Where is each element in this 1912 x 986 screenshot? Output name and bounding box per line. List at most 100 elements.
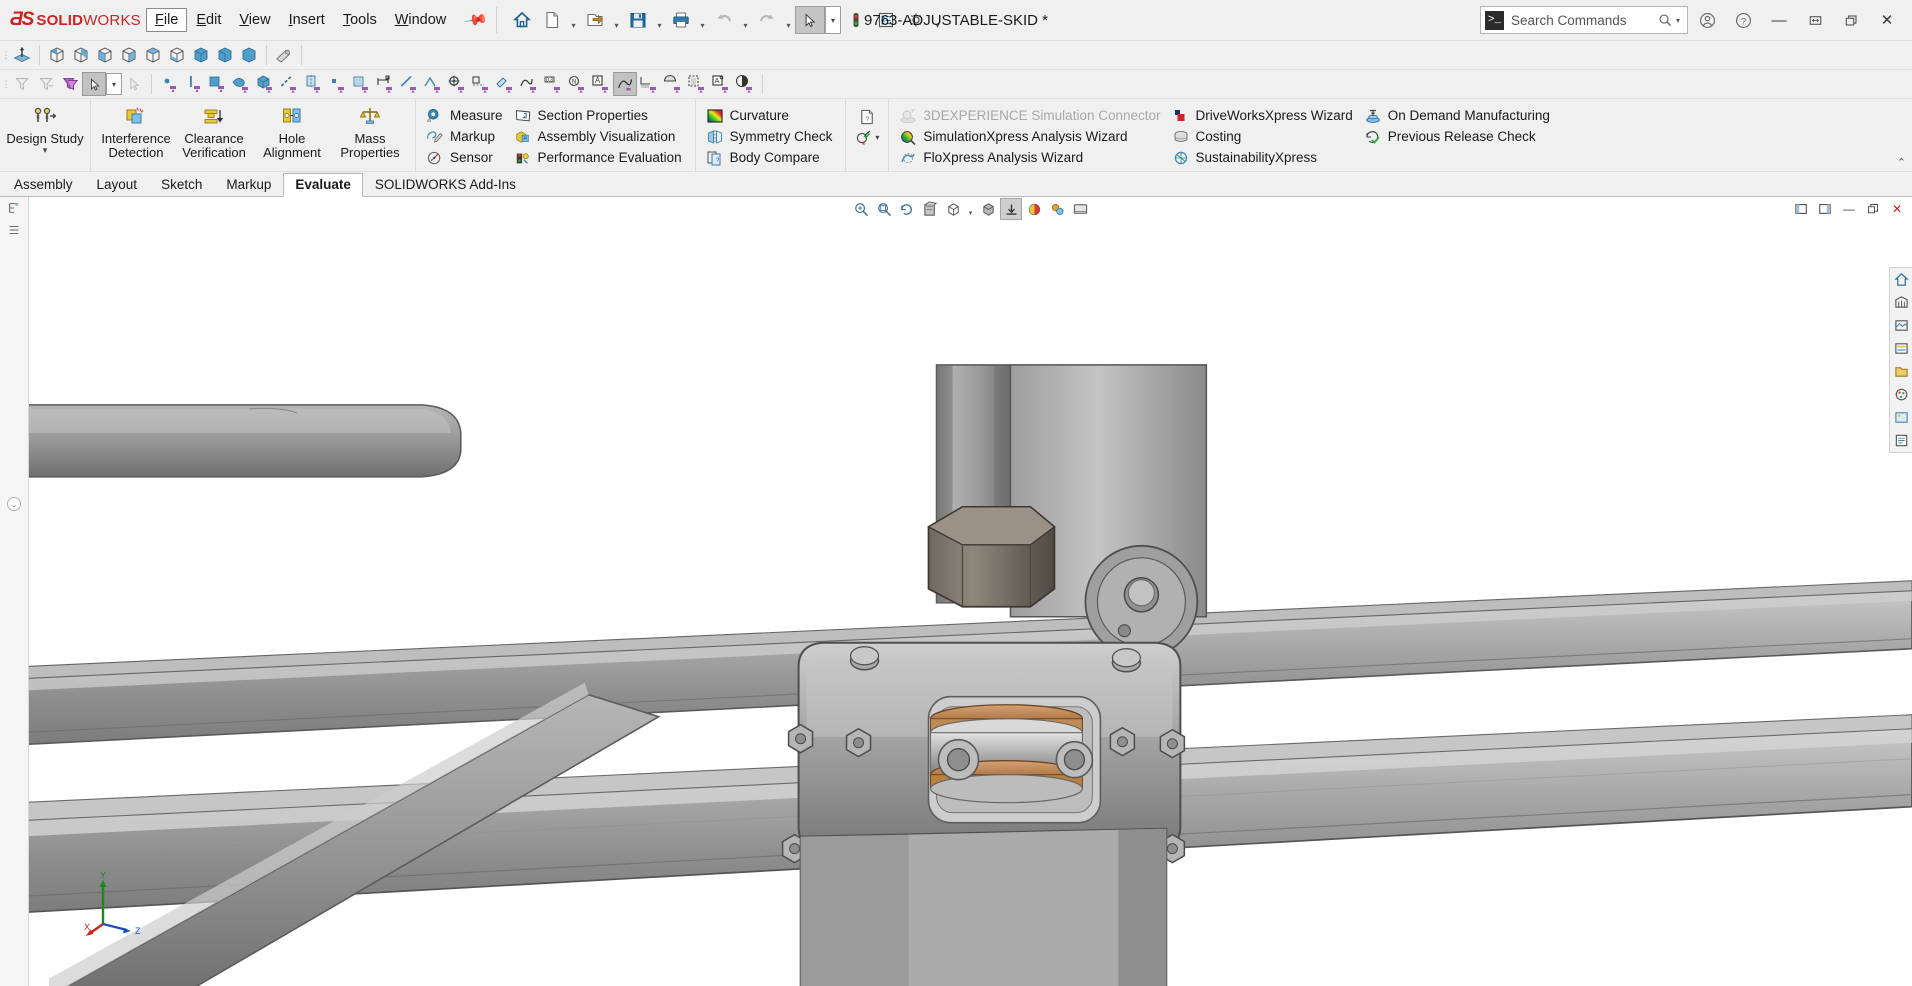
view-top-icon[interactable] <box>141 43 165 67</box>
menu-item-window[interactable]: Window <box>386 9 456 31</box>
tab-solidworks-add-ins[interactable]: SOLIDWORKS Add-Ins <box>363 173 528 196</box>
section-view-icon[interactable] <box>919 198 941 220</box>
appearances-scenes-icon[interactable] <box>1890 406 1912 429</box>
note-filter-icon[interactable]: 0.3 <box>541 72 565 96</box>
costing-button[interactable]: Costing <box>1168 126 1360 147</box>
chevron-down-icon[interactable]: ▾ <box>567 2 580 38</box>
measure-button[interactable]: Measure <box>422 105 510 126</box>
filter-magenta-icon[interactable] <box>58 72 82 96</box>
hatch-filter-icon[interactable] <box>637 72 661 96</box>
select-other-icon[interactable] <box>122 72 146 96</box>
chevron-down-icon[interactable]: ▾ <box>610 2 623 38</box>
spline-curve-filter-icon[interactable] <box>613 72 637 96</box>
chevron-down-icon[interactable]: ▾ <box>696 2 709 38</box>
menu-item-view[interactable]: View <box>230 9 279 31</box>
new-document-icon[interactable] <box>537 5 567 35</box>
appearance-spray-icon[interactable] <box>272 43 296 67</box>
chevron-up-icon[interactable]: ⌃ <box>1897 156 1906 169</box>
undo-icon[interactable] <box>709 5 739 35</box>
close-icon[interactable]: ✕ <box>1886 198 1908 220</box>
point-filter-icon[interactable] <box>157 72 181 96</box>
reference-geometry-icon[interactable] <box>10 43 34 67</box>
resources-icon[interactable] <box>1890 291 1912 314</box>
chevron-down-icon[interactable]: ▾ <box>43 145 48 156</box>
search-dropdown-caret-icon[interactable]: ▾ <box>1673 16 1683 25</box>
dimension-filter-icon[interactable] <box>373 72 397 96</box>
view-shaded-cube-icon[interactable] <box>189 43 213 67</box>
tab-evaluate[interactable]: Evaluate <box>283 173 363 197</box>
view-right-icon[interactable] <box>165 43 189 67</box>
design-study-button[interactable]: Design Study ▾ <box>6 101 84 156</box>
body-compare-button[interactable]: ? Body Compare <box>702 147 840 168</box>
balloon-filter-icon[interactable]: N <box>565 72 589 96</box>
solid-filter-icon[interactable] <box>253 72 277 96</box>
view-trimetric-icon[interactable] <box>69 43 93 67</box>
tab-layout[interactable]: Layout <box>85 173 150 196</box>
zoom-area-icon[interactable] <box>873 198 895 220</box>
restore-button[interactable] <box>1798 5 1832 35</box>
pushpin-icon[interactable]: 📌 <box>464 7 490 32</box>
previous-view-icon[interactable] <box>896 198 918 220</box>
close-button[interactable]: ✕ <box>1870 5 1904 35</box>
question-help-icon[interactable]: ? <box>1726 5 1760 35</box>
edit-appearance-icon[interactable] <box>1023 198 1045 220</box>
surface-filter-icon[interactable] <box>229 72 253 96</box>
curve-filter-icon[interactable] <box>517 72 541 96</box>
home-icon[interactable] <box>507 5 537 35</box>
view-dimetric-icon[interactable] <box>93 43 117 67</box>
minimize-button[interactable]: — <box>1762 5 1796 35</box>
driveworksxpress-button[interactable]: DriveWorksXpress Wizard <box>1168 105 1360 126</box>
minimize-icon[interactable]: — <box>1838 198 1860 220</box>
sketch-point-filter-icon[interactable] <box>397 72 421 96</box>
user-account-icon[interactable] <box>1690 5 1724 35</box>
restore-pane-right-icon[interactable] <box>1814 198 1836 220</box>
maximize-button[interactable] <box>1834 5 1868 35</box>
restore-pane-left-icon[interactable] <box>1790 198 1812 220</box>
options-list-icon[interactable] <box>871 5 901 35</box>
edge-filter-icon[interactable] <box>181 72 205 96</box>
mass-properties-button[interactable]: Mass Properties <box>331 101 409 160</box>
plane-filter-icon[interactable] <box>301 72 325 96</box>
assembly-visualization-button[interactable]: Assembly Visualization <box>510 126 689 147</box>
interference-detection-button[interactable]: Interference Detection <box>97 101 175 160</box>
hole-alignment-button[interactable]: Hole Alignment <box>253 101 331 160</box>
menu-item-tools[interactable]: Tools <box>334 9 386 31</box>
vertex-filter-icon[interactable] <box>325 72 349 96</box>
display-style-icon[interactable] <box>977 198 999 220</box>
annotation-a-filter-icon[interactable]: A <box>589 72 613 96</box>
simulationxpress-button[interactable]: SimulationXpress Analysis Wizard <box>895 126 1167 147</box>
settings-gear-icon[interactable] <box>901 5 931 35</box>
markup-button[interactable]: Markup <box>422 126 510 147</box>
menu-item-insert[interactable]: Insert <box>280 9 334 31</box>
blockzone-filter-icon[interactable] <box>685 72 709 96</box>
sensor-button[interactable]: Sensor <box>422 147 510 168</box>
check-sketch-icon[interactable]: ▾ <box>855 127 879 148</box>
zoom-to-fit-icon[interactable] <box>850 198 872 220</box>
3dexperience-simulation-connector-button[interactable]: 3DEXPERIENCE Simulation Connector <box>895 105 1167 126</box>
symmetry-check-button[interactable]: Symmetry Check <box>702 126 840 147</box>
clearance-verification-button[interactable]: Clearance Verification <box>175 101 253 160</box>
tab-sketch[interactable]: Sketch <box>149 173 214 196</box>
surface-finish-filter-icon[interactable]: A <box>709 72 733 96</box>
chevron-down-icon[interactable]: ▾ <box>782 2 795 38</box>
previous-release-check-button[interactable]: Previous Release Check <box>1360 126 1557 147</box>
print-icon[interactable] <box>666 5 696 35</box>
graphics-viewport[interactable]: ▾ — ✕ Y <box>29 197 1912 986</box>
section-properties-button[interactable]: Section Properties <box>510 105 689 126</box>
menu-item-file[interactable]: File <box>146 8 187 32</box>
view-isometric-icon[interactable] <box>45 43 69 67</box>
center-mark-filter-icon[interactable] <box>445 72 469 96</box>
view-orientation-icon[interactable] <box>942 198 964 220</box>
floxpress-button[interactable]: FloXpress Analysis Wizard <box>895 147 1167 168</box>
tab-assembly[interactable]: Assembly <box>2 173 85 196</box>
filter-icon[interactable] <box>10 72 34 96</box>
select-arrow-icon[interactable] <box>82 72 106 96</box>
select-dropdown-caret-icon[interactable]: ▾ <box>825 6 841 34</box>
toolbar-grip[interactable]: ⋮ <box>2 44 10 66</box>
custom-properties-icon[interactable] <box>1890 429 1912 452</box>
welding-symbol-filter-icon[interactable] <box>661 72 685 96</box>
view-shaded-cube3-icon[interactable] <box>237 43 261 67</box>
chevron-down-icon[interactable]: ▾ <box>965 197 976 223</box>
save-icon[interactable] <box>623 5 653 35</box>
file-explorer-icon[interactable] <box>1890 360 1912 383</box>
